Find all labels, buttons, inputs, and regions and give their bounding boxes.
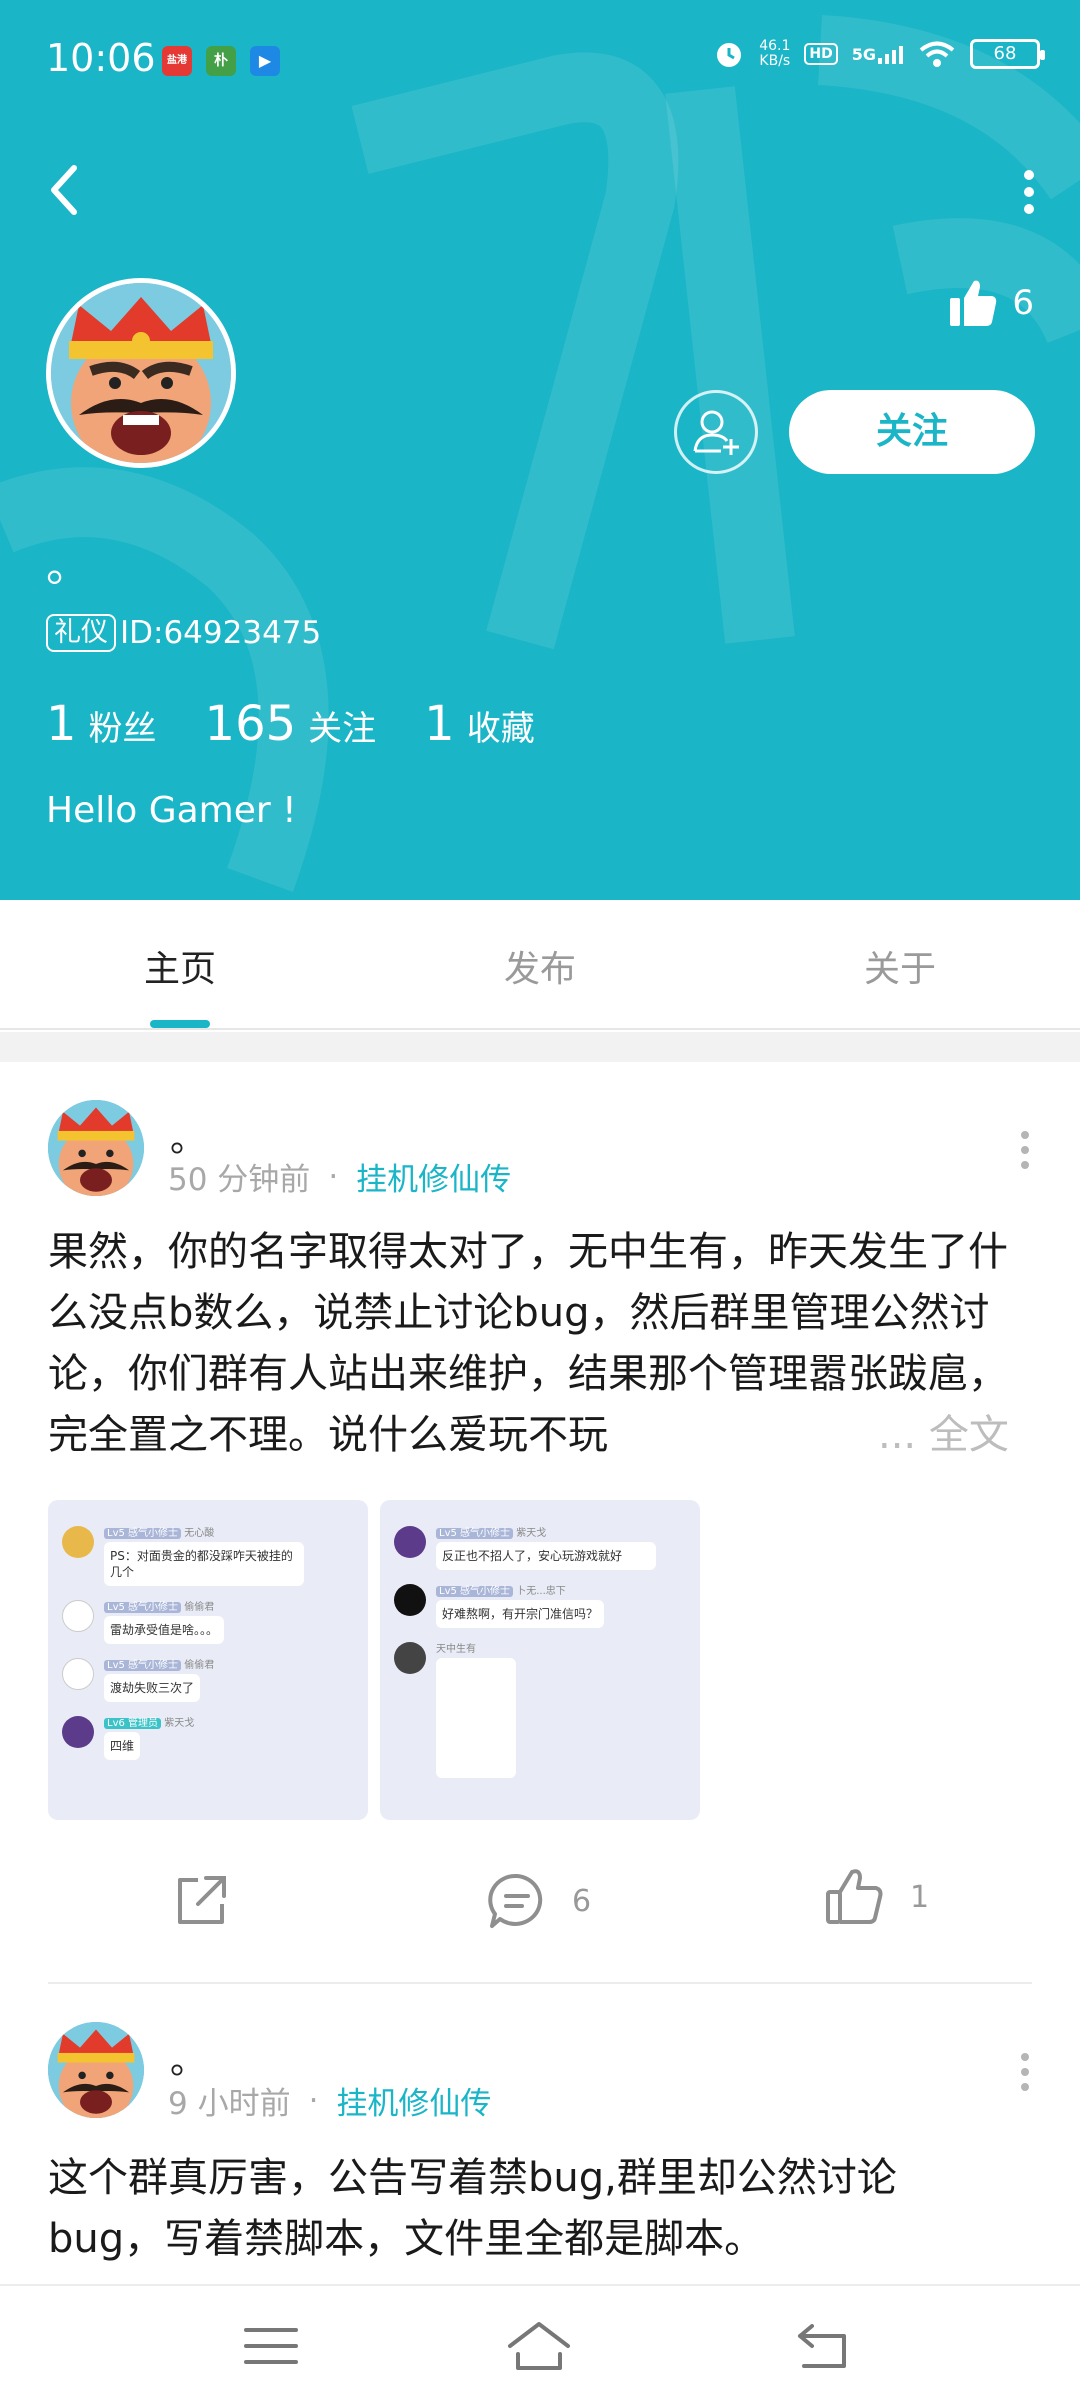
profile-avatar[interactable] [46, 278, 236, 468]
chat-message: 天中生有 [394, 1642, 686, 1778]
comment-icon [488, 1873, 543, 1928]
chat-message: Lv5 感气小修士 偷偷君 渡劫失败三次了 [62, 1658, 354, 1702]
section-gap [0, 1032, 1080, 1062]
post-meta: 9 小时前 · 挂机修仙传 [168, 2078, 491, 2123]
battery-indicator: 68 [970, 39, 1045, 69]
etiquette-badge: 礼仪 [46, 614, 116, 652]
tab-about[interactable]: 关于 [800, 940, 1000, 992]
news-app-icon: 盐港 [162, 46, 192, 76]
chat-avatar [394, 1526, 426, 1558]
chat-avatar [62, 1600, 94, 1632]
share-button[interactable] [172, 1870, 232, 1930]
chat-avatar [62, 1658, 94, 1690]
home-icon[interactable] [504, 2316, 574, 2376]
favorites-label[interactable]: 收藏 [467, 701, 535, 750]
post-image-1[interactable]: Lv5 感气小修士 无心酸 PS：对面贵金的都没踩咋天被挂的几个 Lv5 感气小… [48, 1500, 368, 1820]
meta-dot: · [328, 1158, 339, 1195]
avatar-king-image [48, 1100, 144, 1196]
video-app-icon: ▶ [250, 46, 280, 76]
status-time: 10:06 [46, 36, 156, 80]
post-game-tag[interactable]: 挂机修仙传 [336, 2078, 491, 2123]
followers-count[interactable]: 1 [46, 696, 77, 752]
post-time: 50 分钟前 [168, 1162, 311, 1198]
add-friend-icon [693, 410, 739, 455]
post-time: 9 小时前 [168, 2086, 291, 2122]
avatar-king-image [48, 2022, 144, 2118]
comment-button[interactable]: 6 [486, 1870, 591, 1932]
chat-message: Lv5 感气小修士 偷偷君 雷劫承受值是啥。。。 [62, 1600, 354, 1644]
follow-button[interactable]: 关注 [789, 390, 1035, 474]
menu-icon[interactable] [236, 2316, 306, 2376]
like-count: 1 [910, 1879, 930, 1915]
avatar-king-image [51, 283, 231, 463]
status-bar: 10:06 盐港 朴 ▶ 46.1 KB/s HD 5G 68 [0, 0, 1080, 120]
chat-message: Lv5 感气小修士 紫天戈 反正也不招人了，安心玩游戏就好 [394, 1526, 686, 1570]
net-speed: 46.1 KB/s [759, 38, 791, 69]
followers-label[interactable]: 粉丝 [89, 701, 157, 750]
hd-badge: HD [804, 43, 838, 65]
profile-tabs: 主页 发布 关于 [0, 900, 1080, 1030]
profile-stats: 1 粉丝 165 关注 1 收藏 [46, 696, 583, 752]
post-image-2[interactable]: Lv5 感气小修士 紫天戈 反正也不招人了，安心玩游戏就好 Lv5 感气小修士 … [380, 1500, 700, 1820]
chat-avatar [62, 1526, 94, 1558]
following-count[interactable]: 165 [205, 696, 297, 752]
post-meta: 50 分钟前 · 挂机修仙传 [168, 1154, 511, 1199]
profile-id-row: 礼仪 ID:64923475 [46, 614, 321, 652]
following-label[interactable]: 关注 [308, 701, 376, 750]
chat-avatar [62, 1716, 94, 1748]
signal-icon: 5G [852, 44, 904, 64]
post-text[interactable]: 这个群真厉害，公告写着禁bug,群里却公然讨论bug，写着禁脚本，文件里全都是脚… [48, 2148, 1008, 2270]
chat-message: Lv5 感气小修士 卜无...忠下 好难熬啊，有开宗门准信吗？ [394, 1584, 686, 1628]
tab-home[interactable]: 主页 [80, 940, 280, 992]
share-icon [178, 1876, 226, 1924]
chat-image-placeholder [436, 1658, 516, 1778]
post-text: 果然，你的名字取得太对了，无中生有，昨天发生了什么没点b数么，说禁止讨论bug，… [48, 1229, 1008, 1458]
more-vertical-icon[interactable] [1014, 165, 1044, 220]
profile-header: 10:06 盐港 朴 ▶ 46.1 KB/s HD 5G 68 6 关注 。 礼… [0, 0, 1080, 900]
post-more-icon[interactable] [1010, 2047, 1040, 2097]
post-divider [48, 1982, 1032, 1984]
post-author[interactable]: 。 [170, 2032, 206, 2084]
tab-posts[interactable]: 发布 [440, 940, 640, 992]
profile-bio: Hello Gamer ! [46, 790, 297, 831]
favorites-count[interactable]: 1 [424, 696, 455, 752]
comment-count: 6 [572, 1883, 592, 1919]
puzi-app-icon: 朴 [206, 46, 236, 76]
add-friend-button[interactable] [674, 390, 758, 474]
thumbs-up-icon [950, 280, 997, 326]
system-nav-bar [0, 2284, 1080, 2408]
like-button[interactable]: 1 [824, 1866, 929, 1928]
chat-avatar [394, 1642, 426, 1674]
chat-message: Lv5 感气小修士 无心酸 PS：对面贵金的都没踩咋天被挂的几个 [62, 1526, 354, 1586]
post-actions: 6 1 [0, 1860, 1080, 1950]
chat-avatar [394, 1584, 426, 1616]
back-icon[interactable] [40, 160, 90, 220]
post-game-tag[interactable]: 挂机修仙传 [356, 1154, 511, 1199]
chat-message: Lv6 管理员 紫天戈 四维 [62, 1716, 354, 1760]
wifi-icon [919, 41, 955, 67]
status-indicators: 46.1 KB/s HD 5G 68 [713, 38, 1045, 70]
post-more-icon[interactable] [1010, 1125, 1040, 1175]
full-text-link[interactable]: ... 全文 [874, 1405, 1009, 1466]
thumbs-up-outline-icon [826, 1869, 883, 1924]
meta-dot: · [308, 2082, 319, 2119]
profile-likes[interactable]: 6 [948, 278, 1034, 328]
post-avatar[interactable] [48, 1100, 144, 1196]
alarm-icon [717, 43, 742, 67]
tab-active-indicator [150, 1020, 210, 1028]
post-avatar[interactable] [48, 2022, 144, 2118]
profile-nickname: 。 [46, 541, 90, 592]
back-nav-icon[interactable] [790, 2316, 860, 2376]
user-id: ID:64923475 [120, 615, 322, 651]
